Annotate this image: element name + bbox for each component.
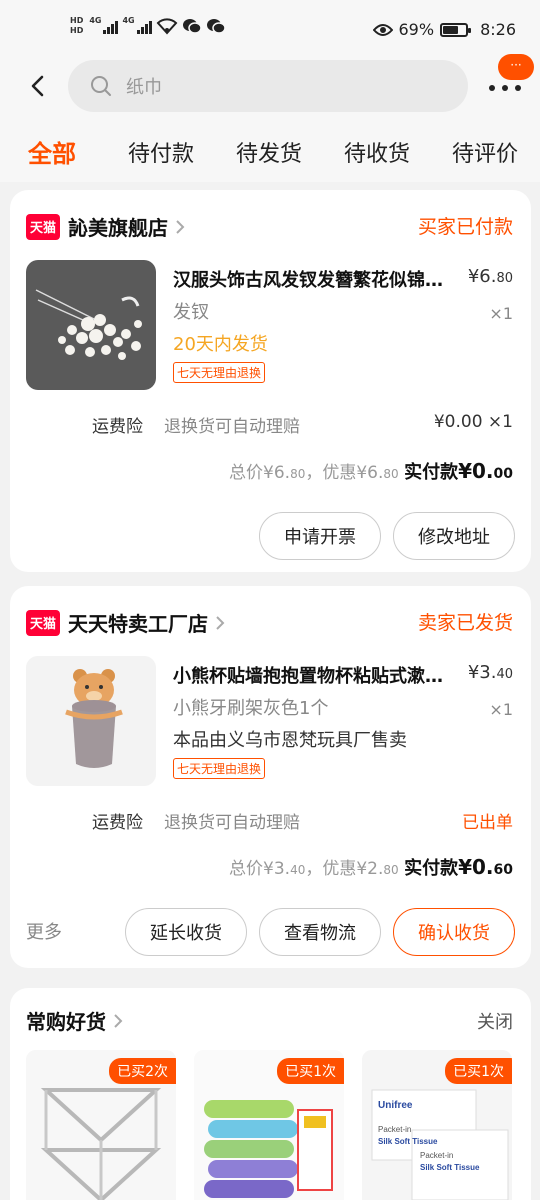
frequent-item[interactable]: Unifree Packet-in Silk Soft Tissue Packe… [362,1050,512,1200]
shop-name[interactable]: 訫美旗舰店 [68,212,168,241]
modify-address-button[interactable]: 修改地址 [393,512,515,560]
return-policy-tag: 七天无理由退换 [173,758,266,779]
frequent-goods-title[interactable]: 常购好货 [26,1006,124,1035]
shop-header[interactable]: 天猫 訫美旗舰店 [26,212,186,241]
order-status: 卖家已发货 [417,612,513,634]
signal-icon: 4G [89,16,119,34]
battery-percent: 69% [398,20,435,39]
frequent-item[interactable]: 已买2次 [26,1050,176,1200]
product-title[interactable]: 汉服头饰古风发钗发簪繁花似锦珍珠步摇 [173,266,453,292]
header: 纸巾 [0,58,540,118]
search-icon [91,76,111,96]
tab-pending-shipment[interactable]: 待发货 [236,136,302,168]
product-quantity: ×1 [489,700,513,719]
svg-text:Silk Soft Tissue: Silk Soft Tissue [378,1137,438,1146]
product-price: ¥3.40 [467,662,513,683]
chevron-right-icon [176,219,185,234]
insurance-label: 运费险 [92,417,143,437]
close-button[interactable]: 关闭 [477,1008,513,1034]
insurance-label: 运费险 [92,813,143,833]
order-totals: 总价¥6.80，优惠¥6.80 实付款¥0.00 [229,459,513,483]
order-tabs: 全部 待付款 待发货 待收货 待评价 [0,118,540,182]
return-policy-tag: 七天无理由退换 [173,362,266,383]
view-logistics-button[interactable]: 查看物流 [259,908,381,956]
search-box[interactable]: 纸巾 [68,60,468,112]
svg-text:Packet-in: Packet-in [378,1125,411,1134]
bought-badge: 已买1次 [277,1058,344,1084]
clock: 8:26 [480,20,516,39]
svg-text:Packet-in: Packet-in [420,1151,453,1160]
brand-label: Unifree [378,1100,413,1111]
shop-name[interactable]: 天天特卖工厂店 [68,608,208,637]
battery-icon [440,22,472,37]
product-sku: 小熊牙刷架灰色1个 [173,698,329,719]
more-dots-icon[interactable] [488,78,522,98]
frequent-item[interactable]: 已买1次 [194,1050,344,1200]
chevron-right-icon [216,615,225,630]
back-arrow-icon[interactable] [24,72,52,100]
product-image[interactable] [26,260,156,390]
status-right: 69% 8:26 [372,20,516,39]
product-title[interactable]: 小熊杯贴墙抱抱置物杯粘贴式漱口杯 [173,662,453,688]
signal-icon-2: 4G [122,16,152,34]
product-sku: 发钗 [173,302,209,323]
seller-note: 本品由义乌市恩梵玩具厂售卖 [173,730,407,751]
hd-indicator: HD HD [70,16,84,35]
bought-badge: 已买1次 [445,1058,512,1084]
request-invoice-button[interactable]: 申请开票 [259,512,381,560]
status-bar: HD HD 4G 4G 69% 8:26 [0,0,540,62]
tab-all[interactable]: 全部 [28,134,76,169]
chevron-right-icon [114,1013,123,1028]
extend-receipt-button[interactable]: 延长收货 [125,908,247,956]
tab-pending-receipt[interactable]: 待收货 [344,136,410,168]
shop-header[interactable]: 天猫 天天特卖工厂店 [26,608,226,637]
insurance-value: ¥0.00 ×1 [433,412,513,432]
product-image[interactable] [26,656,156,786]
more-link[interactable]: 更多 [26,918,62,944]
message-badge: ··· [498,54,534,80]
wechat-icon [182,19,202,34]
order-card[interactable]: 天猫 天天特卖工厂店 卖家已发货 小熊杯贴墙抱抱置物杯粘贴式漱口杯 ¥3.40 … [10,586,531,968]
insurance-description: 退换货可自动理赔 [164,417,300,437]
eye-icon [372,23,393,36]
order-totals: 总价¥3.40，优惠¥2.80 实付款¥0.60 [229,855,513,879]
tab-pending-review[interactable]: 待评价 [452,136,518,168]
bought-badge: 已买2次 [109,1058,176,1084]
product-quantity: ×1 [489,304,513,323]
insurance-value: 已出单 [462,813,513,833]
shipping-note: 20天内发货 [173,334,268,355]
order-card[interactable]: 天猫 訫美旗舰店 买家已付款 汉服头饰古风发钗发簪繁花似锦珍珠步摇 ¥6.80 … [10,190,531,572]
search-placeholder: 纸巾 [126,77,162,98]
status-left: HD HD 4G 4G [70,16,226,36]
product-price: ¥6.80 [467,266,513,287]
tmall-logo: 天猫 [26,213,60,240]
svg-text:Silk Soft Tissue: Silk Soft Tissue [420,1163,480,1172]
wechat-icon-2 [206,19,226,34]
tab-pending-payment[interactable]: 待付款 [128,136,194,168]
confirm-receipt-button[interactable]: 确认收货 [393,908,515,956]
order-status: 买家已付款 [417,216,513,238]
insurance-description: 退换货可自动理赔 [164,813,300,833]
wifi-icon [156,18,178,35]
tmall-logo: 天猫 [26,609,60,636]
frequent-goods-card: 常购好货 关闭 已买2次 已买1次 Unifree Packet-in Silk… [10,988,531,1200]
